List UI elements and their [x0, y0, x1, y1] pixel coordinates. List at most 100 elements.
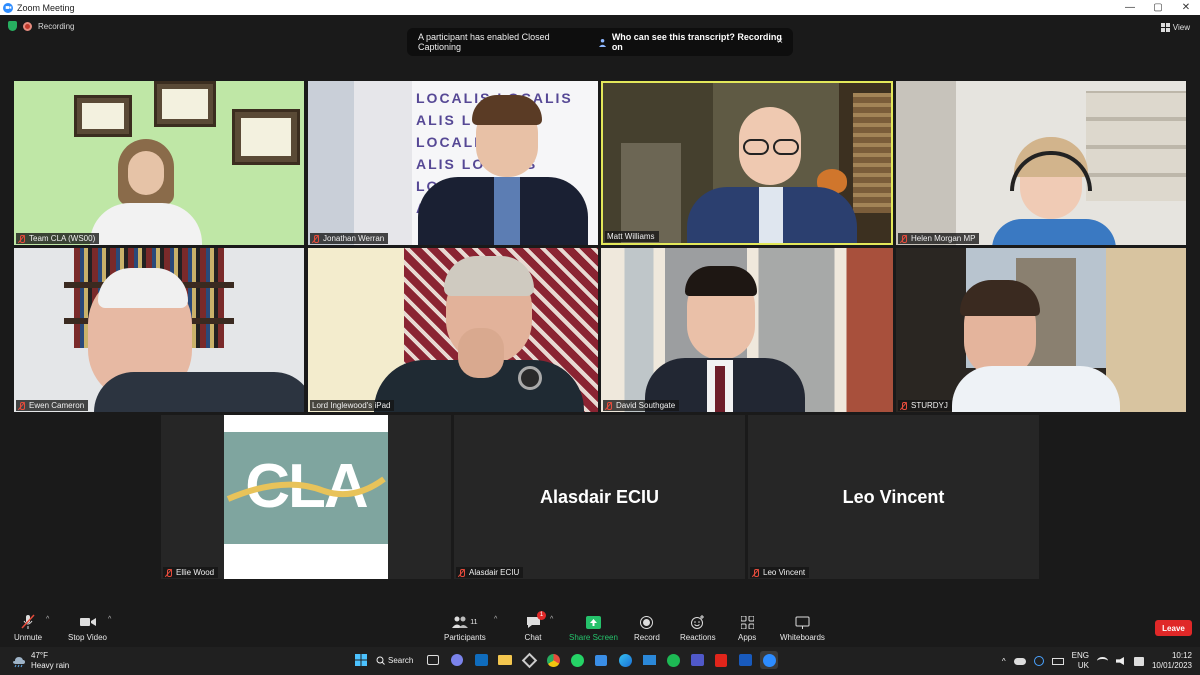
participant-name: David Southgate: [603, 400, 680, 411]
search-icon: [376, 656, 385, 665]
participant-name: Ewen Cameron: [16, 400, 89, 411]
grid-view-icon: [1160, 23, 1170, 32]
apps-icon: [740, 615, 754, 629]
mic-muted-icon: [165, 568, 173, 577]
participant-name: STURDYJ: [898, 400, 952, 411]
chrome-icon[interactable]: [544, 651, 562, 669]
windows-start-icon[interactable]: [352, 651, 370, 669]
chat-options-caret[interactable]: ^: [550, 616, 553, 623]
video-tile[interactable]: Leo Vincent Leo Vincent: [748, 415, 1039, 579]
participant-display-name: Leo Vincent: [842, 486, 945, 507]
weather-widget[interactable]: 47°F Heavy rain: [12, 651, 69, 671]
participant-name: Alasdair ECIU: [456, 567, 524, 578]
app-cube-icon[interactable]: [520, 651, 538, 669]
file-explorer-icon[interactable]: [496, 651, 514, 669]
sync-icon[interactable]: [1033, 656, 1044, 666]
acrobat-icon[interactable]: [712, 651, 730, 669]
participants-count: 11: [470, 618, 478, 626]
battery-icon[interactable]: [1051, 657, 1064, 665]
rain-cloud-icon: [13, 657, 25, 668]
record-button[interactable]: Record: [634, 614, 660, 642]
view-button[interactable]: View: [1160, 23, 1190, 32]
mic-muted-icon: [458, 568, 466, 577]
participant-name: Lord Inglewood's iPad: [310, 400, 395, 411]
mic-muted-icon: [752, 568, 760, 577]
video-tile[interactable]: Team CLA (WS00): [14, 81, 304, 245]
chat-button[interactable]: 1 Chat: [524, 611, 546, 642]
video-tile[interactable]: Alasdair ECIU Alasdair ECIU: [454, 415, 745, 579]
spotify-icon[interactable]: [664, 651, 682, 669]
close-notice-button[interactable]: ×: [777, 36, 783, 47]
participants-icon: [452, 616, 469, 628]
leave-button[interactable]: Leave: [1155, 620, 1192, 636]
weather-condition: Heavy rain: [31, 661, 70, 670]
participant-name: Jonathan Werran: [310, 233, 389, 244]
zoom-app-icon: [3, 2, 13, 13]
audio-options-caret[interactable]: ^: [46, 616, 49, 623]
participant-name: Helen Morgan MP: [898, 233, 980, 244]
mail-icon[interactable]: [640, 651, 658, 669]
security-shield-icon[interactable]: [8, 21, 17, 31]
person-info-icon: [598, 38, 607, 47]
record-icon: [640, 615, 654, 629]
cla-logo: CLA: [224, 415, 388, 579]
teams-icon[interactable]: [688, 651, 706, 669]
mic-muted-icon: [312, 234, 320, 243]
temperature: 47°F: [31, 651, 48, 660]
reactions-button[interactable]: Reactions: [680, 614, 716, 642]
store-icon[interactable]: [592, 651, 610, 669]
meeting-area: Recording A participant has enabled Clos…: [0, 15, 1200, 612]
transcript-info-link[interactable]: Who can see this transcript? Recording o…: [598, 32, 793, 52]
window-titlebar: Zoom Meeting — ▢ ✕: [0, 0, 1200, 15]
video-tile[interactable]: CLA Ellie Wood: [161, 415, 451, 579]
language-indicator[interactable]: ENG UK: [1072, 651, 1089, 671]
stop-video-button[interactable]: Stop Video: [68, 614, 107, 642]
apps-button[interactable]: Apps: [738, 614, 756, 642]
video-tile[interactable]: Ewen Cameron: [14, 248, 304, 412]
video-tile[interactable]: Helen Morgan MP: [896, 81, 1186, 245]
maximize-button[interactable]: ▢: [1144, 0, 1172, 15]
participant-name: Leo Vincent: [750, 567, 810, 578]
close-window-button[interactable]: ✕: [1172, 0, 1200, 15]
wifi-icon[interactable]: [1096, 657, 1108, 665]
recording-label: Recording: [38, 21, 75, 31]
video-options-caret[interactable]: ^: [108, 616, 111, 623]
recording-icon: [23, 21, 32, 31]
teams-chat-icon[interactable]: [448, 651, 466, 669]
whatsapp-icon[interactable]: [568, 651, 586, 669]
unmute-button[interactable]: Unmute: [14, 614, 42, 642]
mic-muted-icon: [605, 401, 613, 410]
video-tile-active-speaker[interactable]: Matt Williams: [601, 81, 893, 245]
chat-badge: 1: [537, 611, 546, 620]
notice-text: A participant has enabled Closed Caption…: [418, 32, 550, 52]
outlook-icon[interactable]: [472, 651, 490, 669]
participants-button[interactable]: 11 Participants: [444, 614, 486, 642]
edge-icon[interactable]: [616, 651, 634, 669]
mic-muted-icon: [18, 234, 26, 243]
mic-muted-icon: [900, 401, 908, 410]
tray-overflow-icon[interactable]: ^: [1002, 657, 1006, 666]
video-tile[interactable]: Lord Inglewood's iPad: [308, 248, 598, 412]
video-tile[interactable]: David Southgate: [601, 248, 893, 412]
taskbar-search[interactable]: Search: [376, 651, 418, 669]
participants-options-caret[interactable]: ^: [494, 616, 497, 623]
share-screen-icon: [585, 615, 601, 629]
clock[interactable]: 10:12 10/01/2023: [1152, 651, 1192, 671]
volume-icon[interactable]: [1115, 657, 1124, 665]
power-icon[interactable]: [1133, 656, 1144, 666]
share-screen-button[interactable]: Share Screen: [569, 614, 618, 642]
emoji-icon: [690, 615, 704, 629]
video-camera-icon: [79, 618, 96, 626]
task-view-icon[interactable]: [424, 651, 442, 669]
word-icon[interactable]: [736, 651, 754, 669]
participant-name: Team CLA (WS00): [16, 233, 100, 244]
video-tile[interactable]: STURDYJ: [896, 248, 1186, 412]
whiteboards-button[interactable]: Whiteboards: [780, 614, 825, 642]
zoom-taskbar-icon[interactable]: [760, 651, 778, 669]
video-tile[interactable]: LOCALIS LOCALIS ALIS LOCALIS LOC ALIS LOCAL…: [308, 81, 598, 245]
minimize-button[interactable]: —: [1116, 0, 1144, 15]
participant-name: Ellie Wood: [163, 567, 219, 578]
meeting-toolbar: Unmute ^ Stop Video ^ 11 Participants ^ …: [0, 611, 1200, 647]
windows-taskbar: 47°F Heavy rain Search ^ ENG UK 10:12 10/01…: [0, 647, 1200, 675]
cloud-icon[interactable]: [1013, 657, 1026, 665]
